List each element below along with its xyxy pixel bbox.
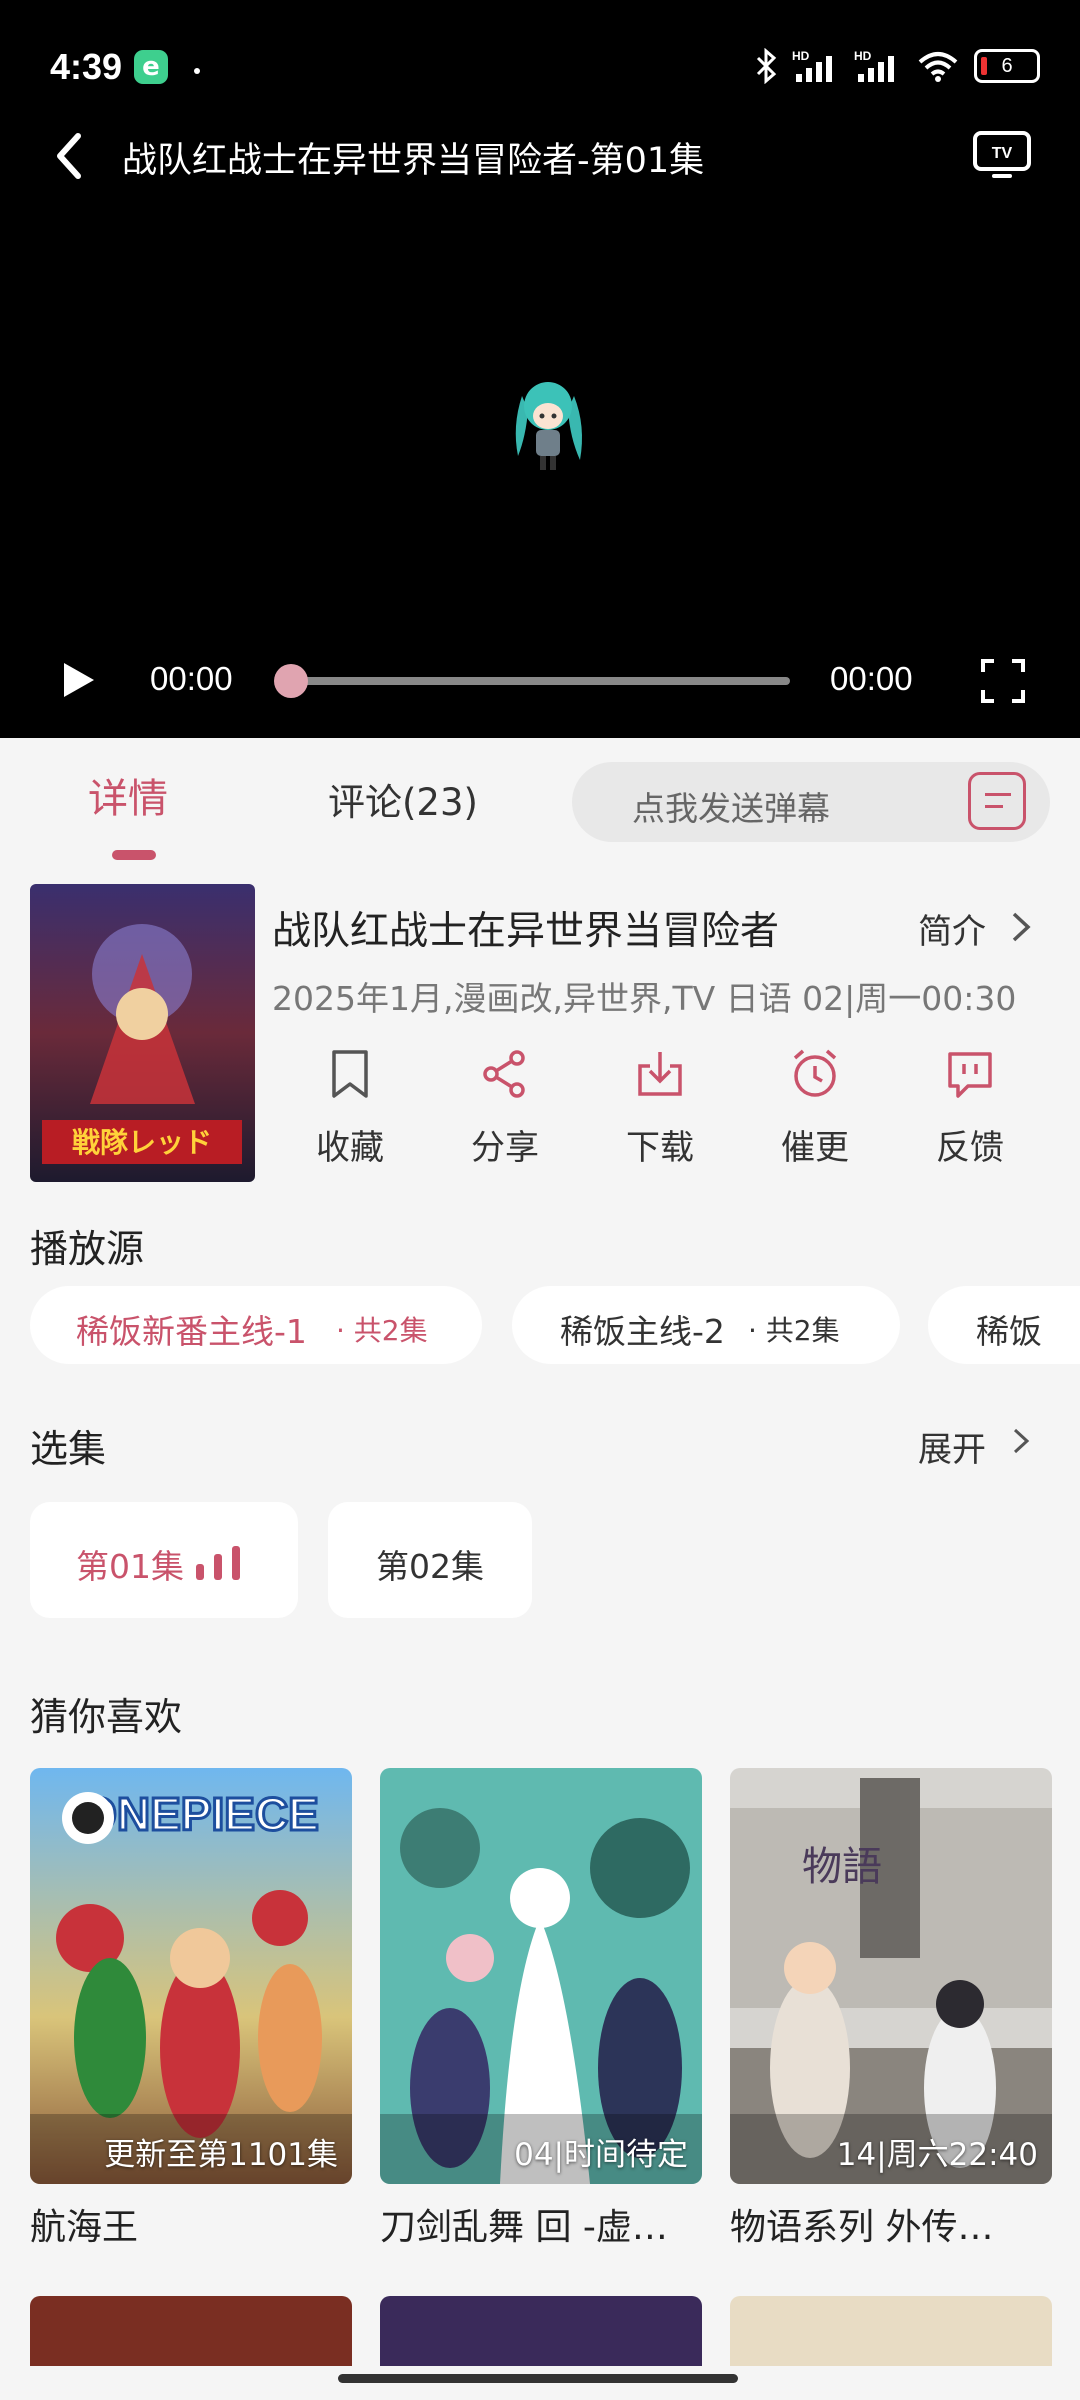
update-badge: 04|时间待定 [514, 2137, 688, 2173]
danmu-input[interactable]: 点我发送弹幕 [572, 762, 1050, 842]
detail-tabs: 详情 评论(23) 点我发送弹幕 [0, 738, 1080, 868]
download-button[interactable]: 下载 [600, 1046, 720, 1169]
playing-indicator-icon [196, 1546, 246, 1580]
source-list: 稀饭新番主线-1 · 共2集 稀饭主线-2 · 共2集 稀饭 [0, 1286, 1080, 1366]
total-time: 00:00 [830, 660, 913, 697]
cast-tv-icon[interactable]: TV [972, 130, 1032, 180]
feedback-label: 反馈 [936, 1128, 1004, 1168]
recommend-name: 刀剑乱舞 回 -虚… [380, 2207, 668, 2248]
episode-label: 第01集 [76, 1547, 184, 1586]
poster-title-text: 戦隊レッド [72, 1126, 212, 1159]
update-badge: 更新至第1101集 [104, 2137, 338, 2173]
recommend-name: 物语系列 外传… [730, 2207, 994, 2248]
source-item-2[interactable]: 稀饭主线-2 · 共2集 [512, 1286, 900, 1364]
player-controls: 00:00 00:00 [0, 648, 1080, 712]
bluetooth-icon [756, 48, 777, 84]
download-icon [638, 1052, 682, 1096]
action-bar: 收藏 分享 下载 催更 反馈 [290, 1046, 1050, 1176]
signal-hd-label-2: HD [854, 49, 872, 63]
episodes-heading: 选集 [30, 1427, 107, 1471]
recommend-card-3[interactable]: 物語 14|周六22:40 [730, 1768, 1052, 2184]
home-indicator[interactable] [338, 2374, 738, 2383]
progress-track[interactable] [290, 677, 790, 685]
battery-icon: 6 [974, 49, 1040, 83]
wifi-icon [918, 52, 958, 82]
share-icon [483, 1050, 525, 1098]
favorite-label: 收藏 [316, 1128, 384, 1168]
bookmark-icon [332, 1050, 368, 1098]
source-count: · 共2集 [336, 1314, 428, 1347]
recommend-card-1[interactable]: ONEPIECE 更新至第1101集 [30, 1768, 352, 2184]
intro-link[interactable]: 简介 [918, 904, 986, 953]
recommend-name: 航海王 [30, 2207, 139, 2248]
progress-knob[interactable] [274, 664, 308, 698]
source-name: 稀饭新番主线-1 [76, 1312, 307, 1351]
episode-item-2[interactable]: 第02集 [328, 1502, 532, 1618]
signal-icon-2: HD [854, 49, 894, 82]
notification-dot [194, 68, 200, 74]
favorite-button[interactable]: 收藏 [290, 1046, 410, 1169]
download-label: 下载 [626, 1128, 694, 1168]
show-title: 战队红战士在异世界当冒险者 [272, 909, 780, 954]
tab-details[interactable]: 详情 [88, 766, 168, 824]
recommend-card-4[interactable] [30, 2296, 352, 2366]
remind-label: 催更 [781, 1128, 849, 1168]
back-arrow-icon[interactable] [48, 128, 92, 184]
poster-title-text: 物語 [802, 1844, 882, 1890]
fullscreen-icon[interactable] [980, 658, 1026, 704]
alarm-clock-icon [793, 1049, 837, 1097]
play-icon[interactable] [58, 660, 98, 700]
active-tab-indicator [112, 850, 156, 860]
video-player[interactable]: 4:39 e HD HD 6 战队红战士在异世界当冒险者-第01集 TV 00:… [0, 0, 1080, 738]
episode-label: 第02集 [376, 1547, 484, 1586]
recommend-card-5[interactable] [380, 2296, 702, 2366]
source-count: · 共2集 [748, 1314, 840, 1347]
share-label: 分享 [471, 1128, 539, 1168]
player-top-bar: 战队红战士在异世界当冒险者-第01集 TV [0, 120, 1080, 190]
tab-comments[interactable]: 评论(23) [328, 772, 478, 826]
source-item-3[interactable]: 稀饭 [928, 1286, 1080, 1364]
share-button[interactable]: 分享 [445, 1046, 565, 1169]
source-item-1[interactable]: 稀饭新番主线-1 · 共2集 [30, 1286, 482, 1364]
danmu-placeholder: 点我发送弹幕 [632, 789, 830, 828]
svg-text:TV: TV [992, 145, 1013, 162]
recommend-card-6[interactable] [730, 2296, 1052, 2366]
recommend-card-2[interactable]: 04|时间待定 [380, 1768, 702, 2184]
sources-heading: 播放源 [30, 1227, 145, 1271]
status-time: 4:39 [50, 46, 123, 87]
source-name: 稀饭 [976, 1312, 1042, 1351]
expand-link[interactable]: 展开 [918, 1422, 986, 1471]
danmu-send-icon[interactable] [968, 772, 1026, 830]
feedback-icon [948, 1052, 992, 1098]
status-bar: 4:39 e HD HD 6 [0, 38, 1080, 98]
loading-mascot-icon [515, 382, 582, 470]
show-poster[interactable]: 戦隊レッド [30, 884, 255, 1182]
feedback-button[interactable]: 反馈 [910, 1046, 1030, 1169]
episode-title: 战队红战士在异世界当冒险者-第01集 [122, 141, 705, 181]
remind-button[interactable]: 催更 [755, 1046, 875, 1169]
chevron-right-icon[interactable] [1008, 910, 1034, 944]
current-time: 00:00 [150, 660, 233, 697]
status-icons: HD HD 6 [754, 46, 1040, 86]
show-meta: 2025年1月,漫画改,异世界,TV 日语 02|周一00:30 [272, 979, 1017, 1018]
episode-item-1[interactable]: 第01集 [30, 1502, 298, 1618]
update-badge: 14|周六22:40 [836, 2137, 1038, 2173]
source-name: 稀饭主线-2 [560, 1312, 725, 1351]
signal-hd-label: HD [792, 49, 810, 63]
signal-icon: HD [792, 49, 832, 82]
app-notification-icon: e [134, 50, 168, 84]
poster-title-text: ONEPIECE [81, 1788, 319, 1840]
chevron-right-icon[interactable] [1010, 1426, 1032, 1456]
recommend-heading: 猜你喜欢 [30, 1695, 183, 1739]
